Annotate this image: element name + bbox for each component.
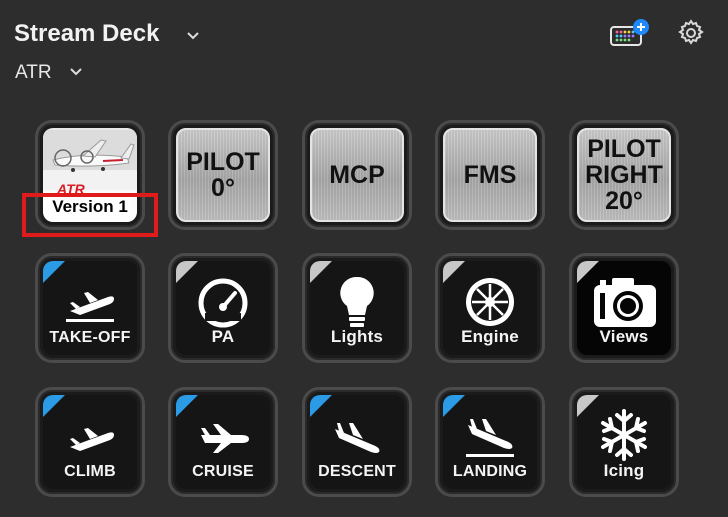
gear-icon[interactable] — [677, 19, 705, 47]
folder-corner — [310, 395, 332, 417]
turbine-icon — [443, 275, 537, 329]
camera-icon — [577, 273, 671, 329]
key-climb[interactable]: CLIMB — [35, 387, 145, 497]
key-icing[interactable]: Icing — [569, 387, 679, 497]
folder-corner — [176, 395, 198, 417]
key-pilot-right[interactable]: PILOT RIGHT 20° — [569, 120, 679, 230]
key-label: DESCENT — [318, 463, 396, 480]
folder-corner — [443, 395, 465, 417]
key-landing[interactable]: LANDING — [435, 387, 545, 497]
key-pa[interactable]: PA — [168, 253, 278, 363]
key-label: PA — [211, 327, 235, 346]
gauge-icon — [176, 277, 270, 329]
landing-icon — [443, 419, 537, 459]
key-label: Views — [599, 327, 649, 346]
takeoff-icon — [43, 289, 137, 323]
chevron-down-icon[interactable] — [186, 31, 200, 41]
descent-icon — [310, 421, 404, 457]
key-label: CRUISE — [192, 463, 254, 480]
key-label: Engine — [461, 327, 519, 346]
store-plus-icon[interactable] — [610, 19, 649, 49]
selection-highlight — [22, 193, 158, 237]
app-title: Stream Deck — [14, 20, 160, 47]
key-label: Icing — [603, 461, 645, 480]
key-descent[interactable]: DESCENT — [302, 387, 412, 497]
chevron-down-icon[interactable] — [69, 67, 83, 77]
snowflake-icon — [577, 407, 671, 463]
key-pilot-0[interactable]: PILOT 0° — [168, 120, 278, 230]
key-text: MCP — [329, 161, 385, 189]
key-text: PILOT RIGHT 20° — [585, 135, 663, 215]
key-mcp[interactable]: MCP — [302, 120, 412, 230]
folder-corner — [43, 395, 65, 417]
key-label: TAKE-OFF — [49, 329, 131, 346]
key-cruise[interactable]: CRUISE — [168, 387, 278, 497]
key-lights[interactable]: Lights — [302, 253, 412, 363]
cruise-icon — [176, 421, 270, 455]
key-views[interactable]: Views — [569, 253, 679, 363]
key-label: CLIMB — [64, 463, 116, 480]
key-engine[interactable]: Engine — [435, 253, 545, 363]
key-fms[interactable]: FMS — [435, 120, 545, 230]
lightbulb-icon — [310, 275, 404, 331]
key-takeoff[interactable]: TAKE-OFF — [35, 253, 145, 363]
profile-name[interactable]: ATR — [15, 62, 52, 84]
folder-corner — [43, 261, 65, 283]
key-label: LANDING — [452, 463, 528, 480]
key-text: PILOT 0° — [186, 148, 260, 202]
climb-icon — [43, 423, 137, 457]
key-text: FMS — [463, 161, 517, 189]
key-label: Lights — [330, 327, 384, 346]
